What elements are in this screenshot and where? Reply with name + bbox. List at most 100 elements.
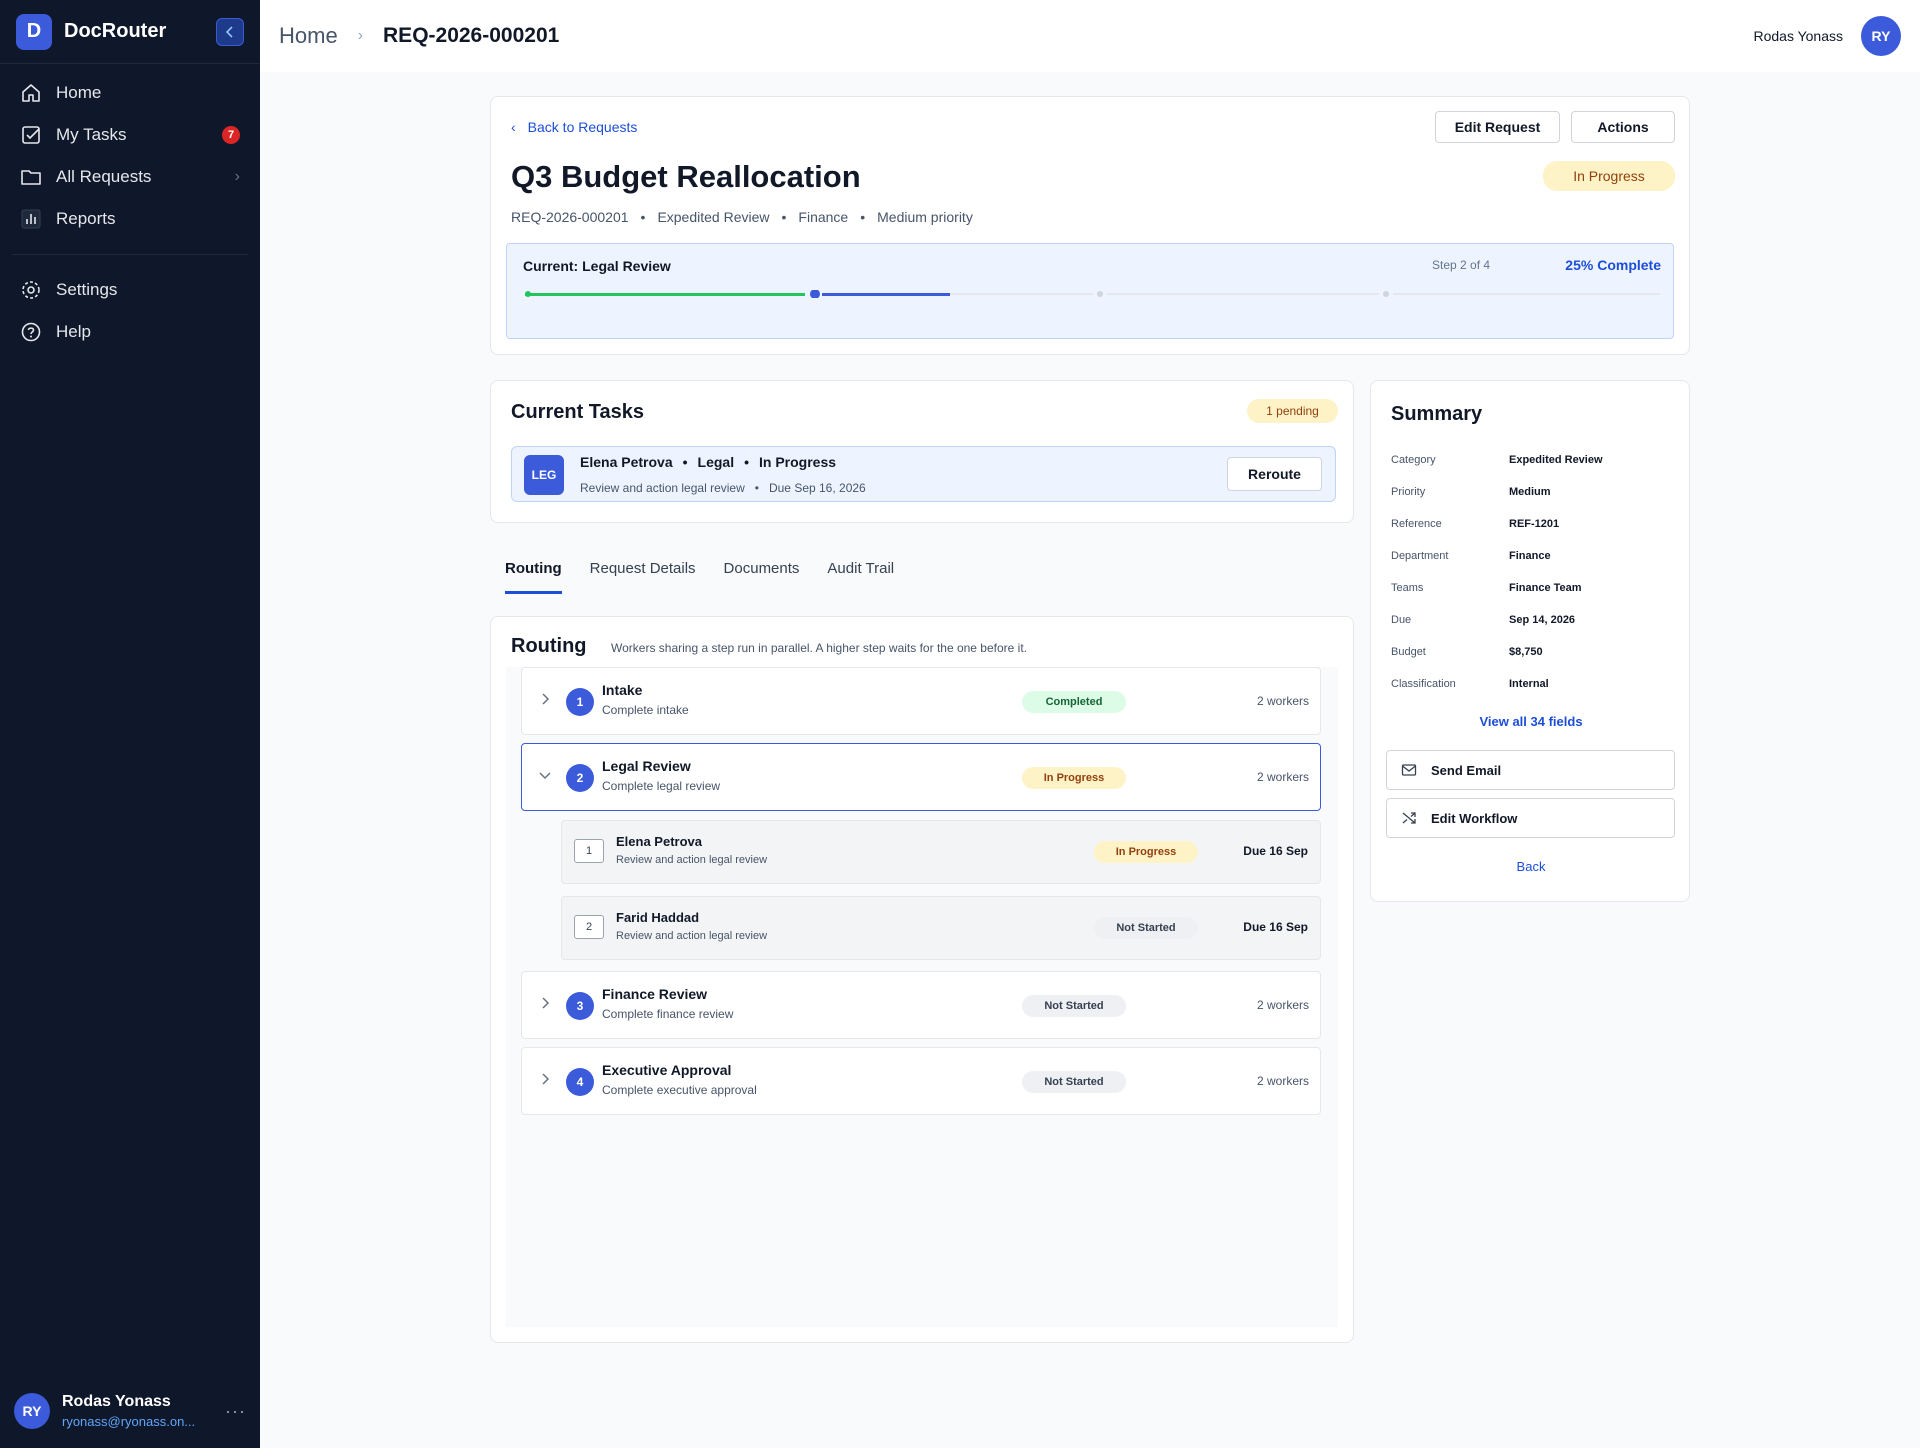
field-label: Category	[1391, 454, 1436, 466]
routing-step[interactable]: 4 Executive Approval Complete executive …	[521, 1047, 1321, 1115]
sidebar-item-label: My Tasks	[56, 125, 127, 144]
tab-routing[interactable]: Routing	[505, 552, 562, 594]
edit-workflow-button[interactable]: Edit Workflow	[1386, 798, 1675, 838]
field-label: Reference	[1391, 518, 1442, 530]
tasks-count-badge: 7	[222, 126, 240, 144]
view-all-fields-link[interactable]: View all 34 fields	[1371, 714, 1691, 729]
field-label: Classification	[1391, 678, 1456, 690]
step-subtitle: Complete intake	[602, 703, 689, 717]
chevron-left-icon	[225, 25, 233, 38]
field-value: REF-1201	[1509, 518, 1560, 530]
breadcrumb-separator-icon: ›	[357, 27, 364, 44]
meta-separator: •	[640, 209, 646, 225]
sidebar-item-my-tasks[interactable]: My Tasks 7	[0, 114, 260, 156]
worker-order: 1	[574, 839, 604, 863]
percent-complete: 25% Complete	[1565, 257, 1661, 273]
meta-separator: •	[860, 209, 866, 225]
progress-segment-4	[1393, 293, 1660, 295]
task-row[interactable]: LEG Elena Petrova • Legal • In Progress …	[511, 446, 1336, 502]
back-to-requests-link[interactable]: ‹ Back to Requests	[511, 119, 637, 135]
tab-audit-trail[interactable]: Audit Trail	[827, 552, 894, 594]
sidebar-nav: Home My Tasks 7 All Requests › Reports S…	[0, 64, 260, 361]
step-counter: Step 2 of 4	[1432, 258, 1491, 272]
sidebar-user[interactable]: RY Rodas Yonass ryonass@ryonass.on... ··…	[0, 1374, 260, 1448]
reroute-button[interactable]: Reroute	[1227, 457, 1322, 491]
routing-step[interactable]: 3 Finance Review Complete finance review…	[521, 971, 1321, 1039]
progress-node-4	[1383, 291, 1389, 297]
more-options-icon[interactable]: ···	[225, 1401, 246, 1422]
top-user[interactable]: Rodas Yonass RY	[1753, 16, 1901, 56]
workflow-progress: Current: Legal Review Step 2 of 4 25% Co…	[506, 243, 1674, 339]
edit-request-button[interactable]: Edit Request	[1435, 111, 1560, 143]
tab-request-details[interactable]: Request Details	[590, 552, 696, 594]
meta-id: REQ-2026-000201	[511, 209, 629, 225]
meta-category: Expedited Review	[657, 209, 770, 225]
actions-button[interactable]: Actions	[1571, 111, 1675, 143]
task-due: Due Sep 16, 2026	[768, 481, 866, 495]
meta-department: Finance	[798, 209, 849, 225]
summary-field: Teams Finance Team	[1391, 582, 1681, 602]
chevron-right-icon	[542, 997, 550, 1009]
status-badge: Not Started	[1022, 1071, 1126, 1093]
help-circle-icon	[21, 322, 41, 342]
status-badge: In Progress	[1543, 161, 1675, 191]
sidebar-item-help[interactable]: Help	[0, 311, 260, 353]
back-link[interactable]: Back	[1371, 859, 1691, 874]
user-name: Rodas Yonass	[62, 1393, 171, 1410]
task-description: Review and action legal review	[580, 481, 745, 495]
progress-track	[525, 290, 1660, 298]
routing-step[interactable]: 2 Legal Review Complete legal review In …	[521, 743, 1321, 811]
tab-documents[interactable]: Documents	[724, 552, 800, 594]
summary-field: Category Expedited Review	[1391, 454, 1681, 474]
step-workers: 2 workers	[1256, 770, 1309, 784]
field-value: Internal	[1509, 678, 1549, 690]
sidebar-item-home[interactable]: Home	[0, 72, 260, 114]
sidebar-item-label: Help	[56, 322, 91, 341]
send-email-label: Send Email	[1431, 762, 1502, 778]
task-line: Elena Petrova • Legal • In Progress	[580, 454, 836, 470]
worker-row[interactable]: 1 Elena Petrova Review and action legal …	[561, 820, 1321, 884]
routing-description: Workers sharing a step run in parallel. …	[611, 641, 1028, 655]
sidebar-item-label: Home	[56, 83, 102, 102]
field-label: Budget	[1391, 646, 1426, 658]
status-badge: In Progress	[1022, 767, 1126, 789]
gear-icon	[22, 281, 40, 299]
summary-field: Reference REF-1201	[1391, 518, 1681, 538]
worker-row[interactable]: 2 Farid Haddad Review and action legal r…	[561, 896, 1321, 960]
step-workers: 2 workers	[1256, 998, 1309, 1012]
summary-field: Priority Medium	[1391, 486, 1681, 506]
collapse-sidebar-button[interactable]	[216, 17, 244, 46]
sidebar: D DocRouter Home My Tasks 7 All Requests…	[0, 0, 260, 1448]
status-badge: Not Started	[1094, 917, 1198, 939]
progress-segment-2-fill	[822, 293, 950, 296]
step-name: Legal Review	[602, 758, 691, 774]
send-email-button[interactable]: Send Email	[1386, 750, 1675, 790]
sidebar-item-reports[interactable]: Reports	[0, 198, 260, 240]
step-subtitle: Complete legal review	[602, 779, 721, 793]
task-avatar: LEG	[524, 455, 564, 495]
sidebar-item-all-requests[interactable]: All Requests ›	[0, 156, 260, 198]
worker-description: Review and action legal review	[616, 930, 768, 942]
user-text: Rodas Yonass ryonass@ryonass.on...	[62, 1393, 195, 1429]
field-value: Medium	[1509, 486, 1551, 498]
routing-step[interactable]: 1 Intake Complete intake Completed 2 wor…	[521, 667, 1321, 735]
field-label: Department	[1391, 550, 1449, 562]
nav-divider	[12, 254, 248, 255]
request-meta: REQ-2026-000201 • Expedited Review • Fin…	[511, 209, 973, 225]
field-label: Due	[1391, 614, 1412, 626]
current-tasks-card: Current Tasks 1 pending LEG Elena Petrov…	[490, 380, 1354, 523]
step-number: 2	[566, 764, 594, 792]
worker-description: Review and action legal review	[616, 854, 768, 866]
chevron-left-icon: ‹	[511, 119, 516, 135]
progress-segment-1	[525, 293, 805, 296]
routing-list: 1 Intake Complete intake Completed 2 wor…	[506, 667, 1338, 1327]
step-number: 1	[566, 688, 594, 716]
chevron-right-icon	[542, 693, 550, 705]
sidebar-item-settings[interactable]: Settings	[0, 269, 260, 311]
summary-card: Summary Category Expedited Review Priorit…	[1370, 380, 1690, 902]
routing-title: Routing	[511, 635, 587, 657]
brand: D DocRouter	[0, 0, 260, 64]
breadcrumb-home[interactable]: Home	[279, 23, 338, 49]
step-number: 4	[566, 1068, 594, 1096]
step-name: Intake	[602, 682, 643, 698]
